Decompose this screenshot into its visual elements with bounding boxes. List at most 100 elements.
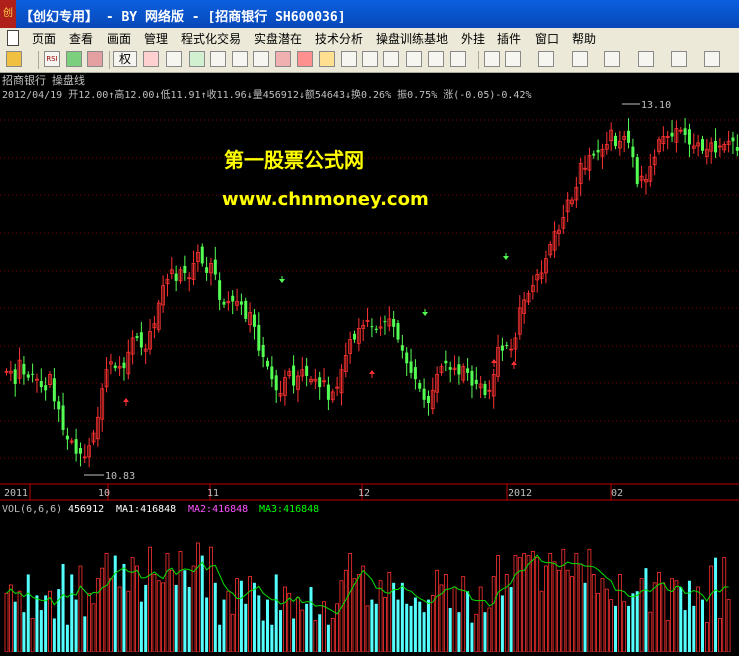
volume-bar xyxy=(714,557,718,652)
period-icon[interactable] xyxy=(143,51,159,67)
candle-body xyxy=(57,401,61,410)
candle-body xyxy=(326,384,330,400)
candle-body xyxy=(505,344,509,346)
candle-body xyxy=(244,300,248,319)
rsi-icon[interactable]: RSI xyxy=(44,51,60,67)
rect-tool-icon[interactable] xyxy=(704,51,720,67)
bell-icon[interactable] xyxy=(297,51,313,67)
candle-body xyxy=(78,448,82,454)
fib-tool-icon[interactable] xyxy=(538,51,554,67)
chart-icon[interactable] xyxy=(450,51,466,67)
menu-screen[interactable]: 画面 xyxy=(107,30,131,47)
volume-bar xyxy=(600,578,605,653)
buy-signal-arrow xyxy=(491,359,497,363)
volume-bar xyxy=(104,553,109,653)
layout-icon[interactable] xyxy=(406,51,422,67)
volume-bar xyxy=(257,595,261,652)
layout2-icon[interactable] xyxy=(428,51,444,67)
news-icon[interactable] xyxy=(210,51,226,67)
volume-bar xyxy=(326,624,330,652)
candle-body xyxy=(635,157,639,185)
volume-bar xyxy=(70,574,74,652)
volume-bar xyxy=(396,599,400,652)
volume-bar xyxy=(330,618,335,653)
volume-bar xyxy=(165,553,170,653)
arrow-tool-icon[interactable] xyxy=(671,51,687,67)
menu-realtime[interactable]: 实盘潜在 xyxy=(254,30,302,47)
volume-bar xyxy=(674,580,679,653)
volume-bar xyxy=(400,582,404,652)
menu-programmatic[interactable]: 程式化交易 xyxy=(181,30,241,47)
rights-dropdown[interactable]: 权 xyxy=(113,51,137,67)
volume-bar xyxy=(374,603,378,652)
kline-chart-svg[interactable]: 招商银行 操盘线 2012/04/19 开12.00↑高12.00↓低11.91… xyxy=(0,73,739,653)
candle-body xyxy=(731,137,735,142)
alarm-icon[interactable] xyxy=(275,51,291,67)
toolbar-separator xyxy=(38,51,39,69)
volume-bar xyxy=(365,605,370,653)
pen-icon[interactable] xyxy=(319,51,335,67)
candle-body xyxy=(174,273,178,281)
menu-page[interactable]: 页面 xyxy=(32,30,56,47)
candle-body xyxy=(205,267,209,273)
menu-view[interactable]: 查看 xyxy=(69,30,93,47)
time-label-10: 10 xyxy=(98,488,110,499)
doc-icon[interactable] xyxy=(7,30,19,46)
home-icon[interactable] xyxy=(6,51,22,67)
volume-bar xyxy=(461,576,466,653)
volume-bar xyxy=(648,611,653,653)
volume-bar xyxy=(591,574,596,653)
volume-bar xyxy=(474,613,479,653)
menu-external[interactable]: 外挂 xyxy=(461,30,485,47)
volume-bar xyxy=(348,553,353,653)
channel-tool-icon[interactable] xyxy=(572,51,588,67)
volume-bar xyxy=(443,574,448,653)
volume-bar xyxy=(478,586,483,653)
candle-body xyxy=(383,321,387,323)
menu-manage[interactable]: 管理 xyxy=(144,30,168,47)
book-icon[interactable] xyxy=(232,51,248,67)
volume-bar xyxy=(183,570,187,652)
f10-icon[interactable] xyxy=(189,51,205,67)
volume-bar xyxy=(8,584,13,653)
line-tool-icon[interactable] xyxy=(505,51,521,67)
grid-icon[interactable] xyxy=(383,51,399,67)
volume-bar xyxy=(209,546,213,653)
candle-body xyxy=(466,368,470,373)
volume-bar xyxy=(22,612,26,652)
candle-body xyxy=(135,336,139,338)
volume-bar xyxy=(361,565,366,653)
menu-plugins[interactable]: 插件 xyxy=(497,30,521,47)
menu-tech-analysis[interactable]: 技术分析 xyxy=(315,30,363,47)
cursor-icon[interactable] xyxy=(484,51,500,67)
toolbar: RSI 权 xyxy=(0,48,739,73)
search-icon[interactable] xyxy=(253,51,269,67)
fan-tool-icon[interactable] xyxy=(604,51,620,67)
volume-bar xyxy=(496,555,500,653)
time-label-2011: 2011 xyxy=(4,488,28,499)
candle-body xyxy=(374,328,378,331)
window-layout-icon[interactable] xyxy=(341,51,357,67)
volume-bar xyxy=(148,546,152,653)
volume-bar xyxy=(639,578,644,653)
menu-window[interactable]: 窗口 xyxy=(535,30,559,47)
candle-body xyxy=(74,439,78,454)
menu-help[interactable]: 帮助 xyxy=(572,30,596,47)
buy-signal-arrow xyxy=(123,398,129,402)
volume-bar xyxy=(152,574,157,653)
candle-body xyxy=(61,405,65,430)
scroll-icon[interactable] xyxy=(87,51,103,67)
gann-tool-icon[interactable] xyxy=(638,51,654,67)
volume-bar xyxy=(300,609,305,653)
menu-training[interactable]: 操盘训练基地 xyxy=(376,30,448,47)
volume-bar xyxy=(692,605,696,652)
volume-bar xyxy=(701,599,704,652)
volume-bar xyxy=(387,571,392,653)
chart-area[interactable]: 招商银行 操盘线 2012/04/19 开12.00↑高12.00↓低11.91… xyxy=(0,73,739,653)
compare-icon[interactable] xyxy=(166,51,182,67)
candle-body xyxy=(701,139,704,151)
split-icon[interactable] xyxy=(362,51,378,67)
candle-body xyxy=(305,365,309,377)
sell-signal-arrow xyxy=(279,279,285,283)
move-icon[interactable] xyxy=(66,51,82,67)
